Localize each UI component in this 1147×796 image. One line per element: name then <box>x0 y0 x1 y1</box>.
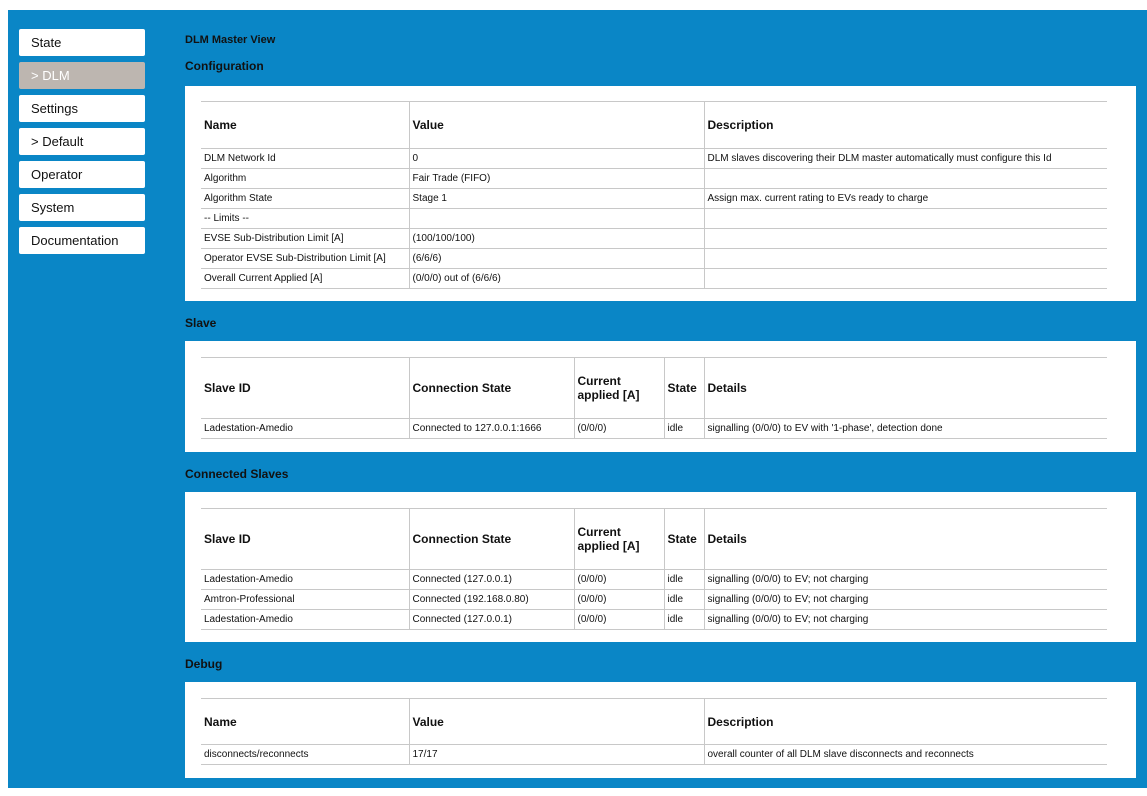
table-row: Operator EVSE Sub-Distribution Limit [A]… <box>201 248 1107 269</box>
cell-value: (100/100/100) <box>408 228 704 249</box>
cell-slave-id: Ladestation-Amedio <box>201 609 409 630</box>
cell-connection-state: Connected (127.0.0.1) <box>408 609 574 630</box>
table-header-row: Name Value Description <box>201 101 1107 149</box>
cell-description: Assign max. current rating to EVs ready … <box>703 188 1107 209</box>
nav-item-system[interactable]: System <box>19 194 145 221</box>
nav-item-settings[interactable]: Settings <box>19 95 145 122</box>
cell-description <box>703 168 1107 189</box>
cell-value: Stage 1 <box>408 188 704 209</box>
cell-description <box>703 268 1107 289</box>
cell-description <box>703 228 1107 249</box>
nav-item-operator[interactable]: Operator <box>19 161 145 188</box>
column-header-connection-state: Connection State <box>408 357 574 419</box>
table-row: -- Limits -- <box>201 208 1107 229</box>
cell-value: Fair Trade (FIFO) <box>408 168 704 189</box>
cell-slave-id: Ladestation-Amedio <box>201 569 409 590</box>
cell-state: idle <box>663 609 704 630</box>
table-row: Amtron-Professional Connected (192.168.0.… <box>201 589 1107 610</box>
cell-name: DLM Network Id <box>201 148 409 169</box>
configuration-panel: Name Value Description DLM Network Id 0 DL… <box>185 86 1136 301</box>
cell-slave-id: Amtron-Professional <box>201 589 409 610</box>
table-header-row: Slave ID Connection State Current applie… <box>201 357 1107 419</box>
column-header-description: Description <box>703 698 1107 745</box>
table-row: Algorithm Fair Trade (FIFO) <box>201 168 1107 189</box>
cell-name: Algorithm State <box>201 188 409 209</box>
cell-details: signalling (0/0/0) to EV; not charging <box>703 569 1107 590</box>
column-header-details: Details <box>703 357 1107 419</box>
slave-panel: Slave ID Connection State Current applie… <box>185 341 1136 452</box>
table-header-row: Name Value Description <box>201 698 1107 745</box>
cell-current-applied: (0/0/0) <box>573 589 664 610</box>
section-title-connected-slaves: Connected Slaves <box>185 467 289 481</box>
cell-state: idle <box>663 569 704 590</box>
column-header-slave-id: Slave ID <box>201 357 409 419</box>
cell-value <box>408 208 704 229</box>
cell-name: Overall Current Applied [A] <box>201 268 409 289</box>
cell-current-applied: (0/0/0) <box>573 418 664 439</box>
table-row: DLM Network Id 0 DLM slaves discovering th… <box>201 148 1107 169</box>
cell-name: Algorithm <box>201 168 409 189</box>
nav-item-documentation[interactable]: Documentation <box>19 227 145 254</box>
connected-slaves-panel: Slave ID Connection State Current applie… <box>185 492 1136 642</box>
column-header-details: Details <box>703 508 1107 570</box>
cell-value: 17/17 <box>408 744 704 765</box>
table-row: Ladestation-Amedio Connected to 127.0.0.1… <box>201 418 1107 439</box>
nav-item-state[interactable]: State <box>19 29 145 56</box>
column-header-connection-state: Connection State <box>408 508 574 570</box>
debug-table: Name Value Description disconnects/recon… <box>201 698 1107 765</box>
cell-name: Operator EVSE Sub-Distribution Limit [A] <box>201 248 409 269</box>
table-row: Overall Current Applied [A] (0/0/0) out o… <box>201 268 1107 289</box>
column-header-name: Name <box>201 101 409 149</box>
section-title-configuration: Configuration <box>185 59 264 73</box>
cell-state: idle <box>663 418 704 439</box>
cell-connection-state: Connected (192.168.0.80) <box>408 589 574 610</box>
cell-description: overall counter of all DLM slave disconn… <box>703 744 1107 765</box>
column-header-state: State <box>663 357 704 419</box>
cell-connection-state: Connected (127.0.0.1) <box>408 569 574 590</box>
cell-name: disconnects/reconnects <box>201 744 409 765</box>
table-header-row: Slave ID Connection State Current applie… <box>201 508 1107 570</box>
table-row: EVSE Sub-Distribution Limit [A] (100/100/… <box>201 228 1107 249</box>
cell-name: -- Limits -- <box>201 208 409 229</box>
section-title-debug: Debug <box>185 657 223 671</box>
column-header-description: Description <box>703 101 1107 149</box>
cell-value: (0/0/0) out of (6/6/6) <box>408 268 704 289</box>
cell-description: DLM slaves discovering their DLM master … <box>703 148 1107 169</box>
column-header-state: State <box>663 508 704 570</box>
column-header-value: Value <box>408 698 704 745</box>
table-row: Ladestation-Amedio Connected (127.0.0.1)(… <box>201 569 1107 590</box>
cell-details: signalling (0/0/0) to EV; not charging <box>703 589 1107 610</box>
debug-panel: Name Value Description disconnects/recon… <box>185 682 1136 778</box>
cell-description <box>703 208 1107 229</box>
cell-name: EVSE Sub-Distribution Limit [A] <box>201 228 409 249</box>
page-title: DLM Master View <box>185 34 276 46</box>
configuration-table: Name Value Description DLM Network Id 0 DL… <box>201 101 1107 289</box>
cell-connection-state: Connected to 127.0.0.1:1666 <box>408 418 574 439</box>
cell-current-applied: (0/0/0) <box>573 609 664 630</box>
column-header-current-applied: Current applied [A] <box>573 508 664 570</box>
connected-slaves-table: Slave ID Connection State Current applie… <box>201 508 1107 630</box>
nav-item-dlm[interactable]: > DLM <box>19 62 145 89</box>
column-header-value: Value <box>408 101 704 149</box>
slave-table: Slave ID Connection State Current applie… <box>201 357 1107 439</box>
table-row: disconnects/reconnects 17/17 overall count… <box>201 744 1107 765</box>
nav-item-default[interactable]: > Default <box>19 128 145 155</box>
cell-description <box>703 248 1107 269</box>
cell-value: 0 <box>408 148 704 169</box>
table-row: Algorithm State Stage 1 Assign max. curren… <box>201 188 1107 209</box>
cell-value: (6/6/6) <box>408 248 704 269</box>
cell-current-applied: (0/0/0) <box>573 569 664 590</box>
main-frame: State > DLM Settings > Default Operator … <box>8 10 1147 788</box>
cell-details: signalling (0/0/0) to EV with '1-phase',… <box>703 418 1107 439</box>
cell-state: idle <box>663 589 704 610</box>
table-row: Ladestation-Amedio Connected (127.0.0.1)(… <box>201 609 1107 630</box>
column-header-slave-id: Slave ID <box>201 508 409 570</box>
column-header-current-applied: Current applied [A] <box>573 357 664 419</box>
column-header-name: Name <box>201 698 409 745</box>
section-title-slave: Slave <box>185 316 217 330</box>
cell-details: signalling (0/0/0) to EV; not charging <box>703 609 1107 630</box>
sidebar-nav: State > DLM Settings > Default Operator … <box>19 29 145 260</box>
cell-slave-id: Ladestation-Amedio <box>201 418 409 439</box>
